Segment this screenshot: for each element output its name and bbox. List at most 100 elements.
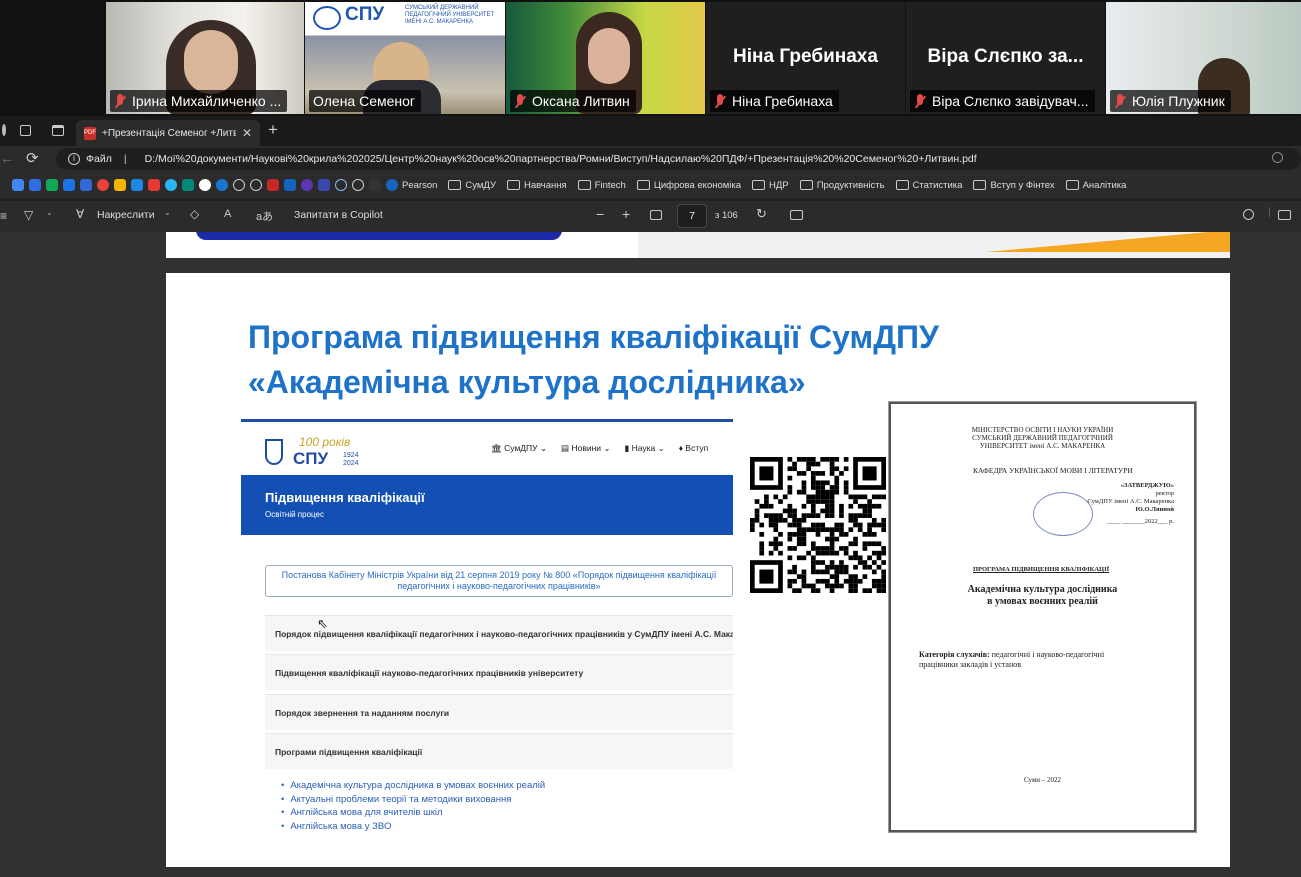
globe-icon[interactable] (352, 179, 364, 191)
info-icon[interactable]: i (68, 153, 80, 165)
bookmark-icon[interactable] (284, 179, 296, 191)
search-icon[interactable] (1243, 209, 1254, 220)
folder-icon (448, 180, 462, 190)
copilot-button[interactable]: Запитати в Copilot (294, 209, 383, 221)
bookmark-icon[interactable] (29, 179, 41, 191)
zoom-out-icon[interactable]: − (596, 206, 604, 222)
participant-tile[interactable]: Юлія Плужник (1106, 2, 1301, 114)
bookmark-icon[interactable] (318, 179, 330, 191)
close-tab-icon[interactable]: ✕ (242, 126, 252, 140)
doc-program-title: Академічна культура дослідника в умовах … (967, 584, 1118, 607)
folder-icon (895, 180, 909, 190)
globe-icon[interactable] (250, 179, 262, 191)
meet-icon[interactable] (63, 179, 75, 191)
participant-tile[interactable]: Ірина Михайличенко ... (106, 2, 304, 114)
bookmark-icon[interactable] (148, 179, 160, 191)
participant-name: Олена Семеног (309, 90, 422, 112)
program-link: Англійська мова для вчителів шкіл (281, 806, 545, 820)
google-icon[interactable] (12, 179, 24, 191)
bookmark-pearson[interactable]: Pearson (386, 179, 437, 191)
divider: | (1268, 206, 1271, 218)
reload-icon[interactable]: ⟳ (26, 149, 39, 167)
bookmark-folder[interactable]: НДР (752, 180, 789, 191)
bookmark-folder[interactable]: Навчання (507, 180, 567, 191)
vertical-tabs-icon[interactable] (52, 125, 64, 136)
page-total: з 106 (715, 210, 738, 221)
slide-title-line1: Програма підвищення кваліфікації СумДПУ (248, 319, 939, 355)
facebook-icon[interactable] (216, 179, 228, 191)
bookmark-icon[interactable] (369, 179, 381, 191)
nav-admission: ♦ Вступ (678, 443, 709, 453)
participants-strip: Ірина Михайличенко ... СПУ СУМСЬКИЙ ДЕРЖ… (0, 0, 1301, 116)
hero-subtitle: Освітній процес (265, 510, 324, 519)
program-link: Академічна культура дослідника в умовах … (281, 779, 545, 793)
doc-city-year: Суми – 2022 (1023, 776, 1062, 784)
bookmark-icon[interactable] (335, 179, 347, 191)
translate-icon[interactable]: aあ (256, 208, 273, 224)
fit-page-icon[interactable] (650, 210, 662, 220)
zoom-in-icon[interactable]: + (622, 206, 630, 222)
bookmark-folder[interactable]: Продуктивність (799, 180, 885, 191)
bookmarks-bar: Pearson СумДУ Навчання Fintech Цифрова е… (0, 172, 1301, 198)
mic-muted-icon (114, 93, 126, 109)
mic-muted-icon (714, 93, 726, 109)
nav-sumdpu: 🏛 СумДПУ ⌄ (491, 443, 548, 453)
doc-header: МІНІСТЕРСТВО ОСВІТИ І НАУКИ УКРАЇНИ СУМС… (971, 426, 1114, 450)
bookmark-icon[interactable] (114, 179, 126, 191)
folder-icon (752, 180, 766, 190)
pdf-page-7: Програма підвищення кваліфікації СумДПУ … (166, 273, 1230, 867)
print-icon[interactable] (1278, 210, 1291, 220)
bookmark-icon[interactable] (267, 179, 279, 191)
bookmark-folder[interactable]: СумДУ (448, 180, 496, 191)
participant-tile[interactable]: Оксана Литвин (506, 2, 705, 114)
stamp-icon (1033, 492, 1093, 536)
read-aloud-icon[interactable]: A (224, 208, 231, 220)
bookmark-icon[interactable] (131, 179, 143, 191)
participant-tile[interactable]: Віра Слєпко за... Віра Слєпко завідувач.… (906, 2, 1105, 114)
eraser-icon[interactable]: ◇ (190, 207, 199, 221)
folder-icon (1065, 180, 1079, 190)
bookmark-icon[interactable] (182, 179, 194, 191)
back-icon[interactable]: ← (0, 150, 14, 166)
bookmark-folder[interactable]: Аналітика (1065, 180, 1126, 191)
bookmark-folder[interactable]: Статистика (895, 180, 962, 191)
participant-tile[interactable]: Ніна Гребинаха Ніна Гребинаха (706, 2, 905, 114)
bookmark-folder[interactable]: Цифрова економіка (636, 180, 741, 191)
participant-tile-active[interactable]: СПУ СУМСЬКИЙ ДЕРЖАВНИЙ ПЕДАГОГІЧНИЙ УНІВ… (305, 2, 505, 114)
telegram-icon[interactable] (165, 179, 177, 191)
pdf-viewer[interactable]: Програма підвищення кваліфікації СумДПУ … (0, 232, 1301, 877)
bookmark-icon[interactable] (301, 179, 313, 191)
nav-science: ▮ Наука ⌄ (624, 443, 665, 453)
address-bar[interactable]: i Файл | D:/Мої%20документи/Наукові%20кр… (56, 148, 1301, 170)
doc-approval: «ЗАТВЕРДЖУЮ» ректор СумДПУ імені А.С. Ма… (1087, 482, 1174, 525)
new-tab-icon[interactable]: + (268, 120, 278, 140)
bookmark-folder[interactable]: Вступ у Фінтех (973, 180, 1055, 191)
bookmark-icon[interactable] (199, 179, 211, 191)
chevron-down-icon[interactable]: ⌄ (164, 208, 171, 217)
program-link: Англійська мова у ЗВО (281, 820, 545, 834)
workspaces-icon[interactable] (2, 124, 6, 136)
rotate-icon[interactable]: ↻ (756, 206, 767, 222)
tab-pdf-presentation[interactable]: PDF +Презентація Семеног +Литвин ✕ (76, 120, 260, 146)
chevron-down-icon[interactable]: ⌄ (46, 208, 53, 217)
highlight-icon[interactable]: ▽ (24, 208, 33, 222)
website-screenshot: 100 років СПУ 1924 2024 🏛 СумДПУ ⌄ ▤ Нов… (241, 419, 733, 839)
site-hero: Підвищення кваліфікації Освітній процес (241, 475, 733, 535)
tab-actions-icon[interactable] (20, 125, 31, 136)
chrome-icon[interactable] (97, 179, 109, 191)
globe-icon[interactable] (233, 179, 245, 191)
contents-icon[interactable]: ≡ (0, 209, 7, 223)
doc-department: КАФЕДРА УКРАЇНСЬКОЇ МОВИ І ЛІТЕРАТУРИ (973, 466, 1133, 475)
participant-name: Оксана Литвин (510, 90, 636, 112)
drive-icon[interactable] (46, 179, 58, 191)
bookmark-folder[interactable]: Fintech (577, 180, 626, 191)
page-number-input[interactable]: 7 (677, 204, 707, 228)
url-text: D:/Мої%20документи/Наукові%20крила%20202… (144, 153, 977, 165)
bookmark-icon[interactable] (80, 179, 92, 191)
mic-muted-icon (1114, 93, 1126, 109)
participant-name: Ірина Михайличенко ... (110, 90, 288, 112)
draw-button[interactable]: Накреслити (97, 209, 155, 221)
zoom-icon[interactable] (1272, 152, 1283, 163)
decree-link: Постанова Кабінету Міністрів України від… (265, 565, 733, 597)
page-view-icon[interactable] (790, 210, 803, 220)
